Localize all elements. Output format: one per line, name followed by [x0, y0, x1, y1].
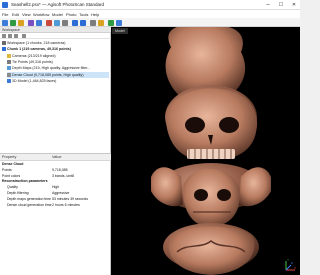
property-value: 9,718,085: [52, 167, 68, 172]
camera-icon: [7, 53, 11, 58]
show-cameras-icon[interactable]: [108, 19, 114, 26]
axes-gizmo: X Y Z: [283, 258, 297, 273]
remove-items-icon[interactable]: [14, 34, 18, 38]
add-photos-icon[interactable]: [8, 34, 12, 38]
tree-item-label: Depth Maps (215, High quality, Aggressiv…: [12, 66, 91, 71]
tree-item-label: Cameras (213/219 aligned): [12, 53, 56, 58]
property-key: Quality: [7, 185, 18, 190]
property-key: Reconstruction parameters: [2, 179, 48, 184]
minimize-button[interactable]: –: [262, 0, 274, 10]
property-key: Depth maps generation time: [7, 196, 51, 201]
title-bar: Seashell2.psx* — Agisoft PhotoScan Stand…: [0, 0, 300, 10]
tie-points-icon: [7, 59, 11, 64]
axis-z-label: Z: [291, 261, 293, 265]
menu-workflow[interactable]: Workflow: [33, 12, 49, 17]
model-icon: [7, 78, 11, 83]
menu-help[interactable]: Help: [91, 12, 99, 17]
tree-item[interactable]: Cameras (213/219 aligned): [7, 53, 109, 59]
tree-item[interactable]: Workspace (1 chunks, 218 cameras): [2, 40, 109, 46]
expand-icon[interactable]: [22, 34, 26, 38]
menu-model[interactable]: Model: [52, 12, 63, 17]
new-project-icon[interactable]: [2, 19, 8, 26]
menu-file[interactable]: File: [2, 12, 8, 17]
value-column-header: Value: [52, 155, 62, 159]
axis-y-label: Y: [287, 258, 290, 262]
property-key: Dense cloud generation time: [7, 202, 52, 207]
tree-item-label: 3D Model (1,484,825 faces): [12, 78, 57, 83]
menu-edit[interactable]: Edit: [12, 12, 19, 17]
tree-item-label: Tie Points (49,316 points): [12, 59, 53, 64]
property-value: High: [52, 185, 60, 190]
tree-item[interactable]: Dense Cloud (9,718,085 points, High qual…: [7, 71, 109, 78]
rotate-object-icon[interactable]: [72, 19, 78, 26]
tree-item[interactable]: Chunk 1 (219 cameras, 49,316 points): [2, 46, 109, 52]
select-icon[interactable]: [46, 19, 52, 26]
property-key: Point colors: [2, 173, 21, 178]
property-row: Quality High: [0, 185, 111, 191]
main-toolbar: [0, 18, 300, 27]
property-key: Dense Cloud: [2, 162, 24, 166]
chunk-icon: [2, 47, 6, 52]
tree-item[interactable]: 3D Model (1,484,825 faces): [7, 78, 109, 84]
properties-header: Property Value: [0, 154, 111, 161]
menu-view[interactable]: View: [22, 12, 31, 17]
property-value: 2 hours 6 minutes: [52, 202, 80, 207]
rectangle-selection-icon[interactable]: [62, 19, 68, 26]
tree-item[interactable]: Depth Maps (215, High quality, Aggressiv…: [7, 65, 109, 71]
skull-sculpture-render: [151, 27, 271, 275]
property-row: Point colors 3 bands, uint8: [0, 174, 111, 180]
property-row: Dense Cloud: [0, 162, 111, 168]
property-row: Reconstruction parameters: [0, 179, 111, 185]
tree-item-label: Workspace (1 chunks, 218 cameras): [7, 41, 66, 45]
reset-view-icon[interactable]: [116, 19, 122, 26]
menu-tools[interactable]: Tools: [79, 12, 88, 17]
redo-icon[interactable]: [36, 19, 42, 26]
close-button[interactable]: ✕: [288, 0, 300, 10]
axis-x-label: X: [294, 266, 297, 270]
property-row: Depth filtering Aggressive: [0, 191, 111, 197]
move-object-icon[interactable]: [80, 19, 86, 26]
undo-icon[interactable]: [28, 19, 34, 26]
workspace-pane: Workspace Workspace (1 chunks, 218 camer…: [0, 27, 111, 153]
property-column-header: Property: [2, 155, 17, 159]
property-row: Dense cloud generation time 2 hours 6 min…: [0, 203, 111, 209]
tab-model[interactable]: Model: [112, 28, 128, 34]
menu-photo[interactable]: Photo: [66, 12, 76, 17]
property-value: 53 minutes 39 seconds: [52, 196, 88, 201]
property-key: Depth filtering: [7, 191, 29, 195]
open-project-icon[interactable]: [10, 19, 16, 26]
crop-selection-icon[interactable]: [98, 19, 104, 26]
dense-cloud-icon: [7, 72, 11, 77]
navigate-icon[interactable]: [54, 19, 60, 26]
property-value: Aggressive: [52, 191, 70, 195]
menu-bar: File Edit View Workflow Model Photo Tool…: [0, 10, 300, 18]
delete-selection-icon[interactable]: [90, 19, 96, 26]
add-chunk-icon[interactable]: [2, 34, 6, 38]
tree-item-label: Chunk 1 (219 cameras, 49,316 points): [7, 47, 71, 52]
property-row: Points 9,718,085: [0, 168, 111, 174]
maximize-button[interactable]: ☐: [275, 0, 287, 10]
workspace-toolbar: [0, 33, 111, 39]
app-logo-icon: [2, 2, 8, 8]
window-title: Seashell2.psx* — Agisoft PhotoScan Stand…: [11, 2, 105, 7]
save-project-icon[interactable]: [18, 19, 24, 26]
tree-item-label: Dense Cloud (9,718,085 points, High qual…: [12, 72, 84, 77]
property-row: Depth maps generation time 53 minutes 39 …: [0, 197, 111, 203]
depth-maps-icon: [7, 66, 11, 71]
model-viewport[interactable]: Model X Y Z: [111, 27, 300, 275]
tree-item[interactable]: Tie Points (49,316 points): [7, 59, 109, 65]
workspace-icon: [2, 41, 6, 46]
property-key: Points: [2, 167, 12, 172]
property-value: 3 bands, uint8: [52, 173, 74, 178]
properties-pane: Property Value Dense Cloud Points 9,718,08…: [0, 153, 111, 275]
